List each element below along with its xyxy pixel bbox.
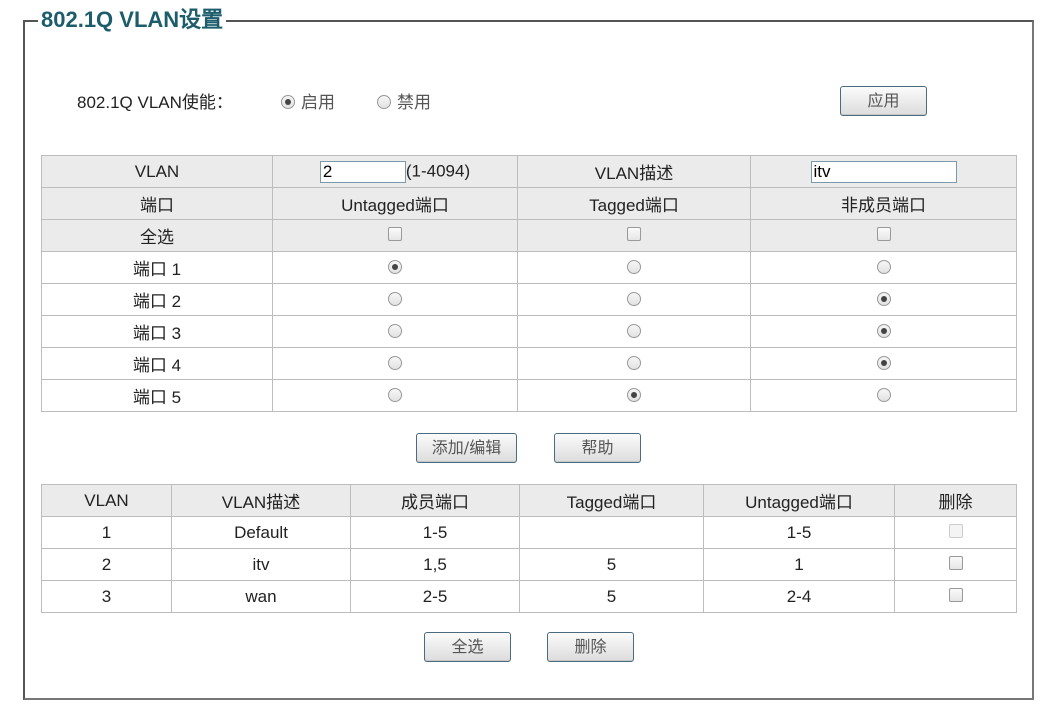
list-cell-desc: Default — [171, 516, 351, 549]
port-row: 端口 4 — [41, 347, 1017, 380]
select-all-untagged-checkbox[interactable] — [388, 226, 402, 241]
row-delete-checkbox[interactable] — [948, 587, 963, 602]
table-row: 1 Default 1-5 1-5 — [41, 516, 1017, 549]
port-untagged-radio[interactable] — [388, 259, 402, 274]
vlan-desc-label: VLAN描述 — [517, 155, 751, 188]
list-cell-members: 1,5 — [350, 548, 520, 581]
port-name: 端口 5 — [41, 379, 273, 412]
port-tagged-radio[interactable] — [627, 291, 641, 306]
row-delete-checkbox — [948, 523, 963, 538]
apply-button[interactable]: 应用 — [840, 86, 927, 116]
help-button[interactable]: 帮助 — [554, 433, 641, 463]
port-nonmember-radio[interactable] — [876, 323, 891, 338]
list-col-header: 成员端口 — [350, 484, 520, 517]
list-cell-members: 1-5 — [350, 516, 520, 549]
port-untagged-radio[interactable] — [388, 355, 402, 370]
list-cell-tagged: 5 — [519, 548, 704, 581]
vlan-id-row: VLAN (1-4094) VLAN描述 — [41, 155, 1017, 188]
port-nonmember-radio[interactable] — [876, 387, 891, 402]
port-name: 端口 2 — [41, 283, 273, 316]
section-title: 802.1Q VLAN设置 — [38, 6, 227, 34]
list-cell-untagged: 2-4 — [703, 580, 895, 613]
enable-on-option[interactable]: 启用 — [281, 88, 335, 113]
vlan-desc-cell — [750, 155, 1017, 188]
select-all-nonmember-checkbox[interactable] — [876, 226, 891, 241]
port-name: 端口 4 — [41, 347, 273, 380]
col-port: 端口 — [41, 187, 273, 220]
delete-button[interactable]: 删除 — [547, 632, 634, 662]
list-cell-vlan: 2 — [41, 548, 172, 581]
enable-off-option[interactable]: 禁用 — [377, 88, 431, 113]
port-row: 端口 1 — [41, 251, 1017, 284]
add-edit-button[interactable]: 添加/编辑 — [416, 433, 517, 463]
port-name: 端口 3 — [41, 315, 273, 348]
list-cell-vlan: 3 — [41, 580, 172, 613]
port-tagged-radio[interactable] — [627, 259, 641, 274]
list-cell-desc: itv — [171, 548, 351, 581]
select-all-button[interactable]: 全选 — [424, 632, 511, 662]
list-cell-untagged: 1-5 — [703, 516, 895, 549]
enable-off-label: 禁用 — [397, 93, 431, 112]
vlan-port-config-table: VLAN (1-4094) VLAN描述 端口 Untagged端口 Tagge… — [41, 155, 1017, 412]
port-tagged-radio[interactable] — [627, 355, 641, 370]
col-untagged: Untagged端口 — [272, 187, 518, 220]
list-col-header: Tagged端口 — [519, 484, 704, 517]
select-all-row: 全选 — [41, 219, 1017, 252]
port-nonmember-radio[interactable] — [876, 259, 891, 274]
list-cell-members: 2-5 — [350, 580, 520, 613]
enable-on-radio[interactable] — [281, 95, 295, 109]
port-untagged-radio[interactable] — [388, 323, 402, 338]
table-row: 2 itv 1,5 5 1 — [41, 548, 1017, 581]
list-cell-vlan: 1 — [41, 516, 172, 549]
vlan-id-cell: (1-4094) — [272, 155, 518, 188]
col-nonmember: 非成员端口 — [750, 187, 1017, 220]
vlan-id-input[interactable] — [319, 160, 406, 183]
list-col-header: Untagged端口 — [703, 484, 895, 517]
port-row: 端口 5 — [41, 379, 1017, 412]
port-name: 端口 1 — [41, 251, 273, 284]
port-untagged-radio[interactable] — [388, 387, 402, 402]
list-cell-tagged: 5 — [519, 580, 704, 613]
col-tagged: Tagged端口 — [517, 187, 751, 220]
list-cell-tagged — [519, 516, 704, 549]
vlan-id-range: (1-4094) — [405, 160, 471, 180]
list-cell-untagged: 1 — [703, 548, 895, 581]
list-cell-desc: wan — [171, 580, 351, 613]
table-row: 3 wan 2-5 5 2-4 — [41, 580, 1017, 613]
row-delete-checkbox[interactable] — [948, 555, 963, 570]
vlan-id-label: VLAN — [41, 155, 273, 188]
vlan-desc-input[interactable] — [810, 160, 957, 183]
enable-on-label: 启用 — [301, 93, 335, 112]
port-tagged-radio[interactable] — [627, 387, 641, 402]
list-col-header: VLAN — [41, 484, 172, 517]
port-row: 端口 2 — [41, 283, 1017, 316]
vlan-list-table: VLAN VLAN描述 成员端口 Tagged端口 Untagged端口 删除 1 Defa… — [41, 484, 1017, 613]
port-untagged-radio[interactable] — [388, 291, 402, 306]
port-header-row: 端口 Untagged端口 Tagged端口 非成员端口 — [41, 187, 1017, 220]
port-nonmember-radio[interactable] — [876, 355, 891, 370]
vlan-list-header: VLAN VLAN描述 成员端口 Tagged端口 Untagged端口 删除 — [41, 484, 1017, 517]
vlan-enable-label: 802.1Q VLAN使能： — [77, 93, 233, 112]
list-col-header: VLAN描述 — [171, 484, 351, 517]
enable-off-radio[interactable] — [377, 95, 391, 109]
port-tagged-radio[interactable] — [627, 323, 641, 338]
port-nonmember-radio[interactable] — [876, 291, 891, 306]
select-all-tagged-checkbox[interactable] — [627, 226, 641, 241]
select-all-label: 全选 — [41, 219, 273, 252]
port-row: 端口 3 — [41, 315, 1017, 348]
list-col-header: 删除 — [894, 484, 1017, 517]
